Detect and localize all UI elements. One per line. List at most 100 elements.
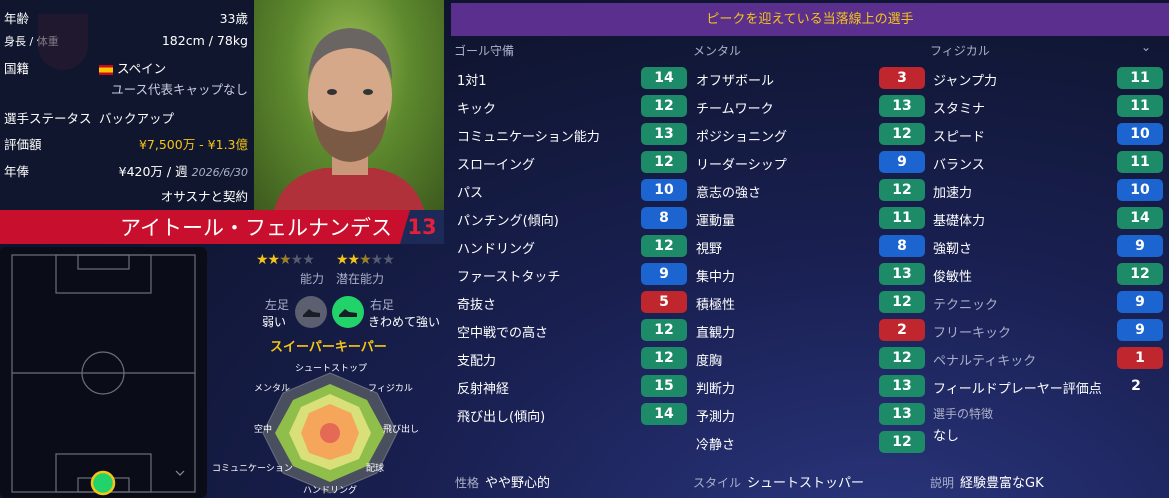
attribute-value-badge: 12 <box>879 179 925 201</box>
attribute-name: 度胸 <box>696 354 723 369</box>
attribute-name: スタミナ <box>933 102 986 117</box>
attribute-value-badge: 9 <box>1117 319 1163 341</box>
youth-caps-value: ユース代表キャップなし <box>111 82 248 97</box>
attribute-value-badge: 11 <box>1117 95 1163 117</box>
traits-label: 選手の特徴 <box>933 407 994 421</box>
attribute-value-badge: 12 <box>879 431 925 453</box>
right-foot-value: きわめて強い <box>368 315 441 329</box>
right-foot-label: 右足 <box>370 298 395 312</box>
attribute-name: 空中戦での高さ <box>457 326 549 341</box>
attribute-name: テクニック <box>933 298 999 313</box>
attribute-value-badge: 13 <box>641 123 687 145</box>
attribute-value-badge: 12 <box>879 347 925 369</box>
player-summary-header: ピークを迎えている当落線上の選手 <box>451 3 1169 36</box>
attribute-name: オフザボール <box>696 74 775 89</box>
status-value: バックアップ <box>99 111 175 126</box>
attribute-value-badge: 12 <box>641 347 687 369</box>
potential-label: 潜在能力 <box>336 272 385 286</box>
attribute-value-badge: 12 <box>641 95 687 117</box>
attribute-name: パス <box>457 186 484 201</box>
position-pitch[interactable] <box>0 247 207 498</box>
attribute-name: フィールドプレーヤー評価点 <box>933 382 1102 397</box>
player-photo <box>254 0 444 210</box>
attribute-name: 集中力 <box>696 270 736 285</box>
attribute-name: 奇抜さ <box>457 298 497 313</box>
attribute-name: チームワーク <box>696 102 774 117</box>
attribute-value-badge: 10 <box>641 179 687 201</box>
squad-number: 13 <box>400 210 444 244</box>
radar-label-handling: ハンドリング <box>303 486 358 496</box>
attribute-name: 俊敏性 <box>933 270 973 285</box>
chevron-down-icon[interactable]: ⌄ <box>1141 40 1151 54</box>
attribute-name: 積極性 <box>696 298 736 313</box>
attribute-value-badge: 5 <box>641 291 687 313</box>
attribute-name: 1対1 <box>457 74 487 89</box>
age-label: 年齢 <box>4 11 30 26</box>
radar-label-distribution: 配球 <box>366 464 385 474</box>
height-weight-value: 182cm / 78kg <box>161 33 248 48</box>
radar-label-rushing-out: 飛び出し <box>383 425 420 435</box>
attribute-value-badge: 9 <box>641 263 687 285</box>
attribute-value-badge: 8 <box>879 235 925 257</box>
personality-row: 性格 やや野心的 <box>455 472 550 491</box>
attribute-value-badge: 13 <box>879 375 925 397</box>
attribute-value-badge: 14 <box>1117 207 1163 229</box>
attribute-value-badge: 12 <box>1117 263 1163 285</box>
attribute-name: ジャンプ力 <box>933 74 997 89</box>
attribute-value-badge: 11 <box>1117 67 1163 89</box>
attribute-value-badge: 2 <box>879 319 925 341</box>
attribute-name: コミュニケーション能力 <box>457 130 600 145</box>
personality-value: やや野心的 <box>485 476 551 491</box>
column-header-physical: フィジカル <box>930 44 990 58</box>
attribute-value-badge: 11 <box>1117 151 1163 173</box>
left-foot-label: 左足 <box>265 298 290 312</box>
attribute-value-badge: 10 <box>1117 123 1163 145</box>
attribute-value-badge: 10 <box>1117 179 1163 201</box>
attribute-name: 反射神経 <box>457 382 510 397</box>
attribute-name: ハンドリング <box>457 242 536 257</box>
attribute-name: キック <box>457 102 497 117</box>
value-label: 評価額 <box>4 137 42 152</box>
attribute-value-badge: 1 <box>1117 347 1163 369</box>
attribute-name: ポジショニング <box>696 130 788 145</box>
attribute-name: パンチング(傾向) <box>457 214 559 229</box>
chevron-down-icon[interactable] <box>175 470 185 476</box>
attribute-value-badge: 12 <box>641 151 687 173</box>
attribute-value-badge: 12 <box>879 291 925 313</box>
nationality-value[interactable]: スペイン <box>99 58 166 77</box>
player-profile-screen: 年齢 33歳 身長 / 体重 182cm / 78kg 国籍 スペイン ユース代… <box>0 0 1169 498</box>
attribute-value-badge: 11 <box>879 207 925 229</box>
contract-date: 2026/6/30 <box>191 166 248 179</box>
attribute-name: バランス <box>933 158 985 173</box>
spain-flag-icon <box>99 64 113 75</box>
goalkeeper-position-marker <box>90 470 116 496</box>
column-header-goalkeeping: ゴール守備 <box>454 44 515 58</box>
player-name-bar: アイトール・フェルナンデス 13 <box>0 210 444 244</box>
right-boot-icon <box>332 296 364 328</box>
attribute-value-badge: 13 <box>879 403 925 425</box>
attribute-name: 直観力 <box>696 326 736 341</box>
attribute-name: 視野 <box>696 242 723 257</box>
attribute-name: スピード <box>933 130 986 145</box>
attribute-value-badge: 12 <box>879 123 925 145</box>
left-foot-value: 弱い <box>262 315 287 329</box>
value-amount: ¥7,500万 - ¥1.3億 <box>138 137 248 152</box>
attribute-name: 支配力 <box>457 354 497 369</box>
attribute-name: 飛び出し(傾向) <box>457 410 546 425</box>
attribute-value-badge: 14 <box>641 403 687 425</box>
potential-stars: ★★★★★ <box>336 252 395 268</box>
attribute-value-badge: 9 <box>1117 291 1163 313</box>
attribute-value-badge: 9 <box>879 151 925 173</box>
attribute-name: ペナルティキック <box>933 354 1037 369</box>
attribute-value-badge: 9 <box>1117 235 1163 257</box>
style-row: スタイル シュートストッパー <box>693 472 864 491</box>
radar-label-mental: メンタル <box>254 384 291 394</box>
radar-label-aerial: 空中 <box>254 425 273 435</box>
player-info-panel: 年齢 33歳 身長 / 体重 182cm / 78kg 国籍 スペイン ユース代… <box>0 0 253 210</box>
ability-stars: ★★★★★ <box>256 252 315 268</box>
wage-amount: ¥420万 / 週 <box>118 164 188 179</box>
contract-text[interactable]: オサスナと契約 <box>161 186 248 205</box>
player-name: アイトール・フェルナンデス <box>120 216 392 240</box>
player-role[interactable]: スイーパーキーパー <box>270 336 387 355</box>
wage-value: ¥420万 / 週 2026/6/30 <box>119 161 248 180</box>
